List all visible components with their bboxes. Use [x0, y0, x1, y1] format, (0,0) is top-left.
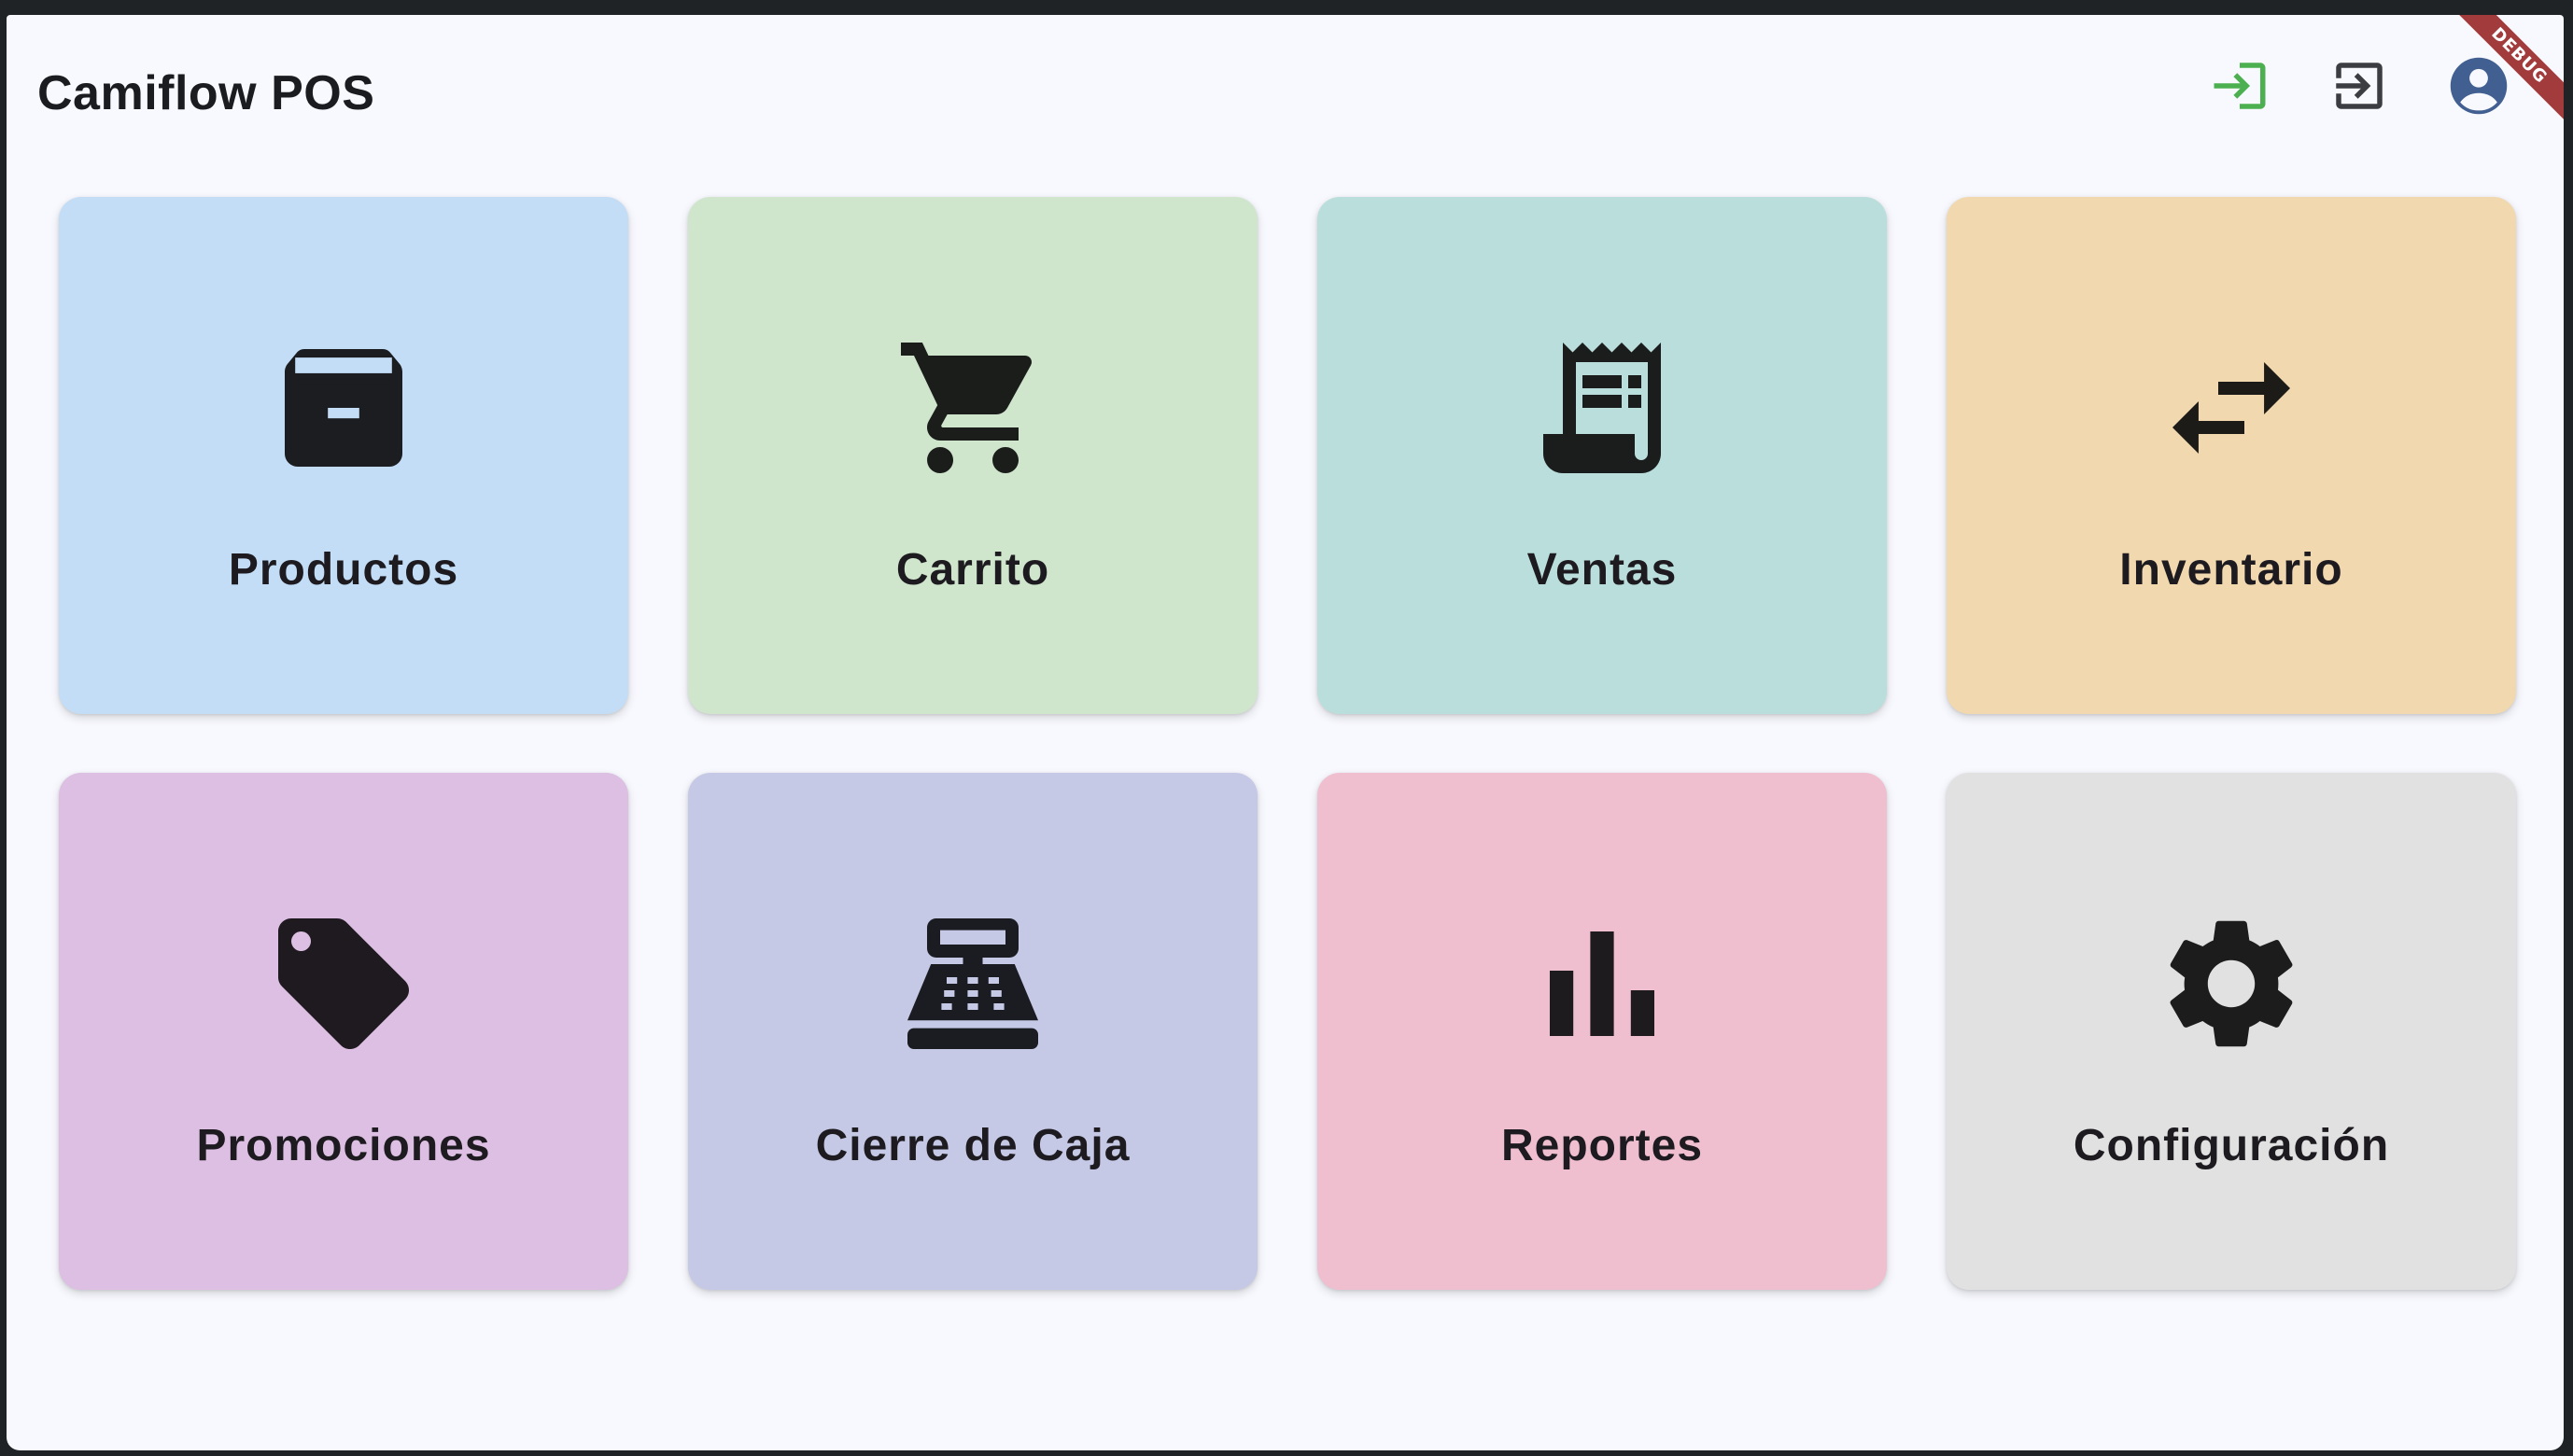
tile-label: Reportes	[1500, 1121, 1704, 1170]
tile-label: Configuración	[2073, 1121, 2390, 1170]
archive-box-icon	[261, 326, 426, 490]
tile-carrito[interactable]: Carrito	[688, 197, 1258, 714]
tile-productos[interactable]: Productos	[59, 197, 628, 714]
logout-button[interactable]	[2328, 52, 2390, 119]
login-icon	[2214, 63, 2266, 109]
tile-label: Ventas	[1526, 545, 1678, 595]
app-title: Camiflow POS	[37, 66, 375, 120]
tile-cierre-de-caja[interactable]: Cierre de Caja	[688, 773, 1258, 1290]
tile-label: Carrito	[895, 545, 1050, 595]
tile-label: Inventario	[2119, 545, 2343, 595]
tile-label: Cierre de Caja	[815, 1121, 1131, 1170]
tile-label: Promociones	[196, 1121, 491, 1170]
menu-grid: Productos Carrito Ventas Inventario Prom…	[59, 197, 2518, 1290]
shopping-cart-icon	[891, 326, 1055, 490]
tile-label: Productos	[228, 545, 459, 595]
receipt-icon	[1520, 326, 1684, 490]
account-circle-icon	[2450, 57, 2508, 115]
tile-configuracion[interactable]: Configuración	[1947, 773, 2516, 1290]
tile-promociones[interactable]: Promociones	[59, 773, 628, 1290]
logout-icon	[2336, 63, 2383, 109]
cash-register-icon	[891, 902, 1055, 1066]
tile-inventario[interactable]: Inventario	[1947, 197, 2516, 714]
toolbar	[2209, 52, 2510, 119]
login-button[interactable]	[2209, 52, 2271, 119]
profile-button[interactable]	[2448, 52, 2510, 119]
tile-ventas[interactable]: Ventas	[1317, 197, 1887, 714]
app-window: Camiflow POS DEBUG Productos Carrito Ven…	[7, 15, 2564, 1450]
gear-icon	[2149, 902, 2313, 1066]
tile-reportes[interactable]: Reportes	[1317, 773, 1887, 1290]
tag-icon	[261, 902, 426, 1066]
swap-arrows-icon	[2149, 326, 2313, 490]
bar-chart-icon	[1520, 902, 1684, 1066]
